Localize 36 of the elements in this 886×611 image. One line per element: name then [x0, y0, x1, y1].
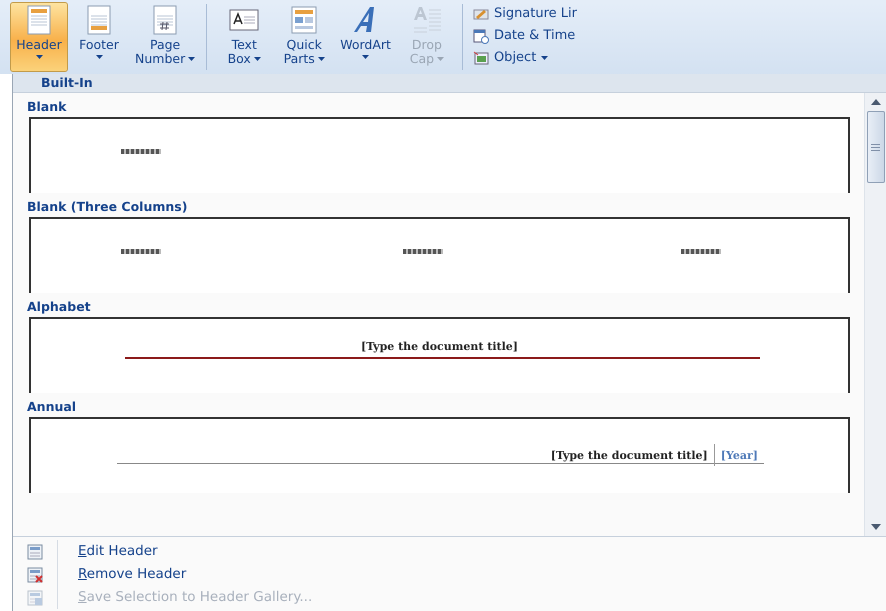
- ribbon-button[interactable]: WordArt: [335, 2, 396, 72]
- menu-item[interactable]: Remove Header: [13, 563, 886, 586]
- remove-header-icon: [27, 566, 43, 582]
- ribbon-button[interactable]: Header: [10, 2, 68, 72]
- header-preview[interactable]: [29, 217, 850, 293]
- ribbon-button[interactable]: Text Box: [215, 2, 274, 72]
- calendar-icon: [472, 28, 489, 44]
- placeholder-mark: [121, 149, 161, 154]
- ribbon-button[interactable]: Footer: [70, 2, 128, 72]
- title-placeholder: [Type the document title]: [360, 340, 519, 353]
- placeholder-mark: [121, 249, 161, 254]
- scroll-down-icon[interactable]: [870, 524, 880, 530]
- scroll-thumb[interactable]: [866, 111, 884, 183]
- ribbon-button[interactable]: Object: [470, 47, 579, 68]
- ribbon-button[interactable]: Signature Lir: [470, 3, 579, 24]
- header-preview[interactable]: [29, 117, 850, 193]
- placeholder-mark: [403, 249, 443, 254]
- ribbon-button[interactable]: Date & Time: [470, 25, 579, 46]
- ribbon-button[interactable]: Page Number: [130, 2, 200, 72]
- header-preview[interactable]: [Type the document title] [Year]: [29, 417, 850, 493]
- ribbon-button[interactable]: Quick Parts: [275, 2, 334, 72]
- placeholder-mark: [681, 249, 721, 254]
- scrollbar[interactable]: [864, 93, 886, 536]
- save-header-icon: [27, 590, 43, 606]
- year-placeholder: [Year]: [720, 448, 758, 462]
- object-icon: [472, 50, 489, 66]
- menu-item[interactable]: Edit Header: [13, 540, 886, 563]
- page-header-icon: [27, 544, 43, 560]
- gallery-item-title: Alphabet: [26, 298, 92, 316]
- gallery-item-title: Blank (Three Columns): [26, 198, 188, 216]
- title-placeholder: [Type the document title]: [550, 448, 708, 462]
- gallery-item-title: Annual: [26, 398, 78, 416]
- section-header: Built-In: [13, 74, 886, 93]
- gallery-item-title: Blank: [26, 98, 68, 116]
- scroll-up-icon[interactable]: [870, 99, 880, 105]
- header-preview[interactable]: [Type the document title]: [29, 317, 850, 393]
